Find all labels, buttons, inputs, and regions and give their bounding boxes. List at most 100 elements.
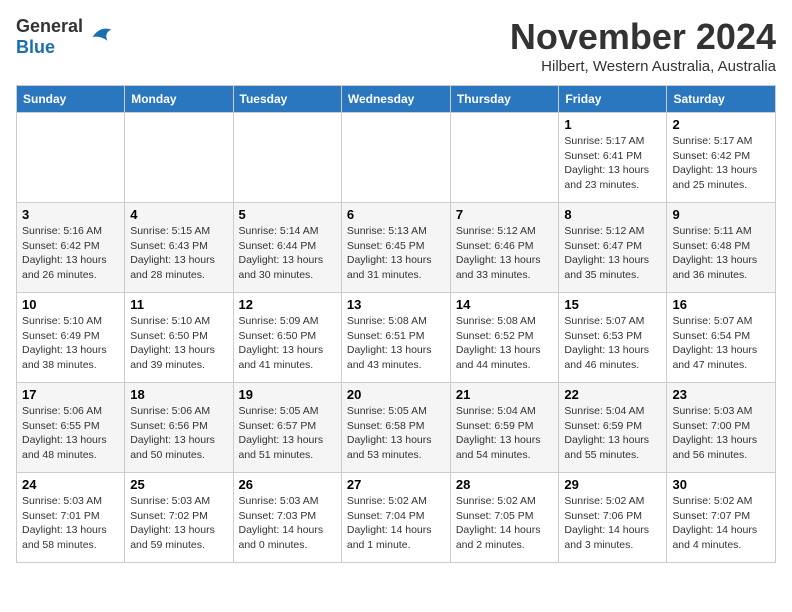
day-info: Sunrise: 5:12 AM Sunset: 6:46 PM Dayligh…: [456, 224, 554, 283]
calendar-table: SundayMondayTuesdayWednesdayThursdayFrid…: [16, 85, 776, 563]
calendar-week-row: 3 Sunrise: 5:16 AM Sunset: 6:42 PM Daylig…: [17, 203, 776, 293]
weekday-header-row: SundayMondayTuesdayWednesdayThursdayFrid…: [17, 86, 776, 113]
day-info: Sunrise: 5:03 AM Sunset: 7:00 PM Dayligh…: [672, 404, 770, 463]
calendar-cell: 8 Sunrise: 5:12 AM Sunset: 6:47 PM Daylig…: [559, 203, 667, 293]
calendar-cell: 13 Sunrise: 5:08 AM Sunset: 6:51 PM Dayli…: [341, 293, 450, 383]
day-info: Sunrise: 5:03 AM Sunset: 7:01 PM Dayligh…: [22, 494, 119, 553]
day-info: Sunrise: 5:16 AM Sunset: 6:42 PM Dayligh…: [22, 224, 119, 283]
calendar-cell: 18 Sunrise: 5:06 AM Sunset: 6:56 PM Dayli…: [125, 383, 233, 473]
day-number: 20: [347, 387, 445, 402]
calendar-cell: 30 Sunrise: 5:02 AM Sunset: 7:07 PM Dayli…: [667, 473, 776, 563]
day-info: Sunrise: 5:02 AM Sunset: 7:07 PM Dayligh…: [672, 494, 770, 553]
calendar-week-row: 17 Sunrise: 5:06 AM Sunset: 6:55 PM Dayli…: [17, 383, 776, 473]
logo: General Blue: [16, 16, 115, 58]
day-info: Sunrise: 5:14 AM Sunset: 6:44 PM Dayligh…: [239, 224, 336, 283]
day-number: 21: [456, 387, 554, 402]
day-info: Sunrise: 5:12 AM Sunset: 6:47 PM Dayligh…: [564, 224, 661, 283]
page-header: General Blue November 2024 Hilbert, West…: [16, 16, 776, 75]
day-info: Sunrise: 5:17 AM Sunset: 6:42 PM Dayligh…: [672, 134, 770, 193]
day-number: 18: [130, 387, 227, 402]
day-info: Sunrise: 5:08 AM Sunset: 6:51 PM Dayligh…: [347, 314, 445, 373]
calendar-cell: 11 Sunrise: 5:10 AM Sunset: 6:50 PM Dayli…: [125, 293, 233, 383]
calendar-cell: 2 Sunrise: 5:17 AM Sunset: 6:42 PM Daylig…: [667, 113, 776, 203]
weekday-header: Saturday: [667, 86, 776, 113]
calendar-cell: 25Sunrise: 5:03 AM Sunset: 7:02 PM Dayli…: [125, 473, 233, 563]
calendar-cell: 15 Sunrise: 5:07 AM Sunset: 6:53 PM Dayli…: [559, 293, 667, 383]
calendar-cell: [233, 113, 341, 203]
weekday-header: Monday: [125, 86, 233, 113]
day-number: 10: [22, 297, 119, 312]
title-block: November 2024 Hilbert, Western Australia…: [510, 16, 776, 75]
day-number: 26: [239, 477, 336, 492]
calendar-cell: 26Sunrise: 5:03 AM Sunset: 7:03 PM Dayli…: [233, 473, 341, 563]
day-info: Sunrise: 5:04 AM Sunset: 6:59 PM Dayligh…: [564, 404, 661, 463]
day-number: 1: [564, 117, 661, 132]
day-info: Sunrise: 5:07 AM Sunset: 6:54 PM Dayligh…: [672, 314, 770, 373]
calendar-cell: [17, 113, 125, 203]
day-number: 4: [130, 207, 227, 222]
day-number: 5: [239, 207, 336, 222]
day-number: 19: [239, 387, 336, 402]
calendar-cell: 1 Sunrise: 5:17 AM Sunset: 6:41 PM Daylig…: [559, 113, 667, 203]
day-info: Sunrise: 5:11 AM Sunset: 6:48 PM Dayligh…: [672, 224, 770, 283]
day-number: 8: [564, 207, 661, 222]
calendar-cell: 9 Sunrise: 5:11 AM Sunset: 6:48 PM Daylig…: [667, 203, 776, 293]
calendar-cell: 29 Sunrise: 5:02 AM Sunset: 7:06 PM Dayli…: [559, 473, 667, 563]
day-info: Sunrise: 5:13 AM Sunset: 6:45 PM Dayligh…: [347, 224, 445, 283]
day-number: 2: [672, 117, 770, 132]
day-info: Sunrise: 5:08 AM Sunset: 6:52 PM Dayligh…: [456, 314, 554, 373]
calendar-cell: 4 Sunrise: 5:15 AM Sunset: 6:43 PM Daylig…: [125, 203, 233, 293]
day-number: 3: [22, 207, 119, 222]
day-number: 29: [564, 477, 661, 492]
calendar-cell: 19 Sunrise: 5:05 AM Sunset: 6:57 PM Dayli…: [233, 383, 341, 473]
day-number: 13: [347, 297, 445, 312]
day-number: 11: [130, 297, 227, 312]
day-info: Sunrise: 5:15 AM Sunset: 6:43 PM Dayligh…: [130, 224, 227, 283]
day-number: 15: [564, 297, 661, 312]
day-number: 24: [22, 477, 119, 492]
calendar-cell: [450, 113, 559, 203]
calendar-cell: 12 Sunrise: 5:09 AM Sunset: 6:50 PM Dayli…: [233, 293, 341, 383]
day-number: 28: [456, 477, 554, 492]
calendar-cell: [341, 113, 450, 203]
day-number: 23: [672, 387, 770, 402]
day-info: Sunrise: 5:06 AM Sunset: 6:55 PM Dayligh…: [22, 404, 119, 463]
day-number: 9: [672, 207, 770, 222]
day-info: Sunrise: 5:05 AM Sunset: 6:58 PM Dayligh…: [347, 404, 445, 463]
day-number: 30: [672, 477, 770, 492]
weekday-header: Sunday: [17, 86, 125, 113]
day-info: Sunrise: 5:10 AM Sunset: 6:50 PM Dayligh…: [130, 314, 227, 373]
logo-blue-text: Blue: [16, 37, 55, 57]
day-number: 14: [456, 297, 554, 312]
day-info: Sunrise: 5:02 AM Sunset: 7:06 PM Dayligh…: [564, 494, 661, 553]
day-number: 7: [456, 207, 554, 222]
day-info: Sunrise: 5:05 AM Sunset: 6:57 PM Dayligh…: [239, 404, 336, 463]
weekday-header: Wednesday: [341, 86, 450, 113]
calendar-week-row: 1 Sunrise: 5:17 AM Sunset: 6:41 PM Daylig…: [17, 113, 776, 203]
day-info: Sunrise: 5:02 AM Sunset: 7:05 PM Dayligh…: [456, 494, 554, 553]
month-year-title: November 2024: [510, 16, 776, 58]
day-info: Sunrise: 5:03 AM Sunset: 7:02 PM Dayligh…: [130, 494, 227, 553]
day-number: 17: [22, 387, 119, 402]
calendar-cell: 5 Sunrise: 5:14 AM Sunset: 6:44 PM Daylig…: [233, 203, 341, 293]
calendar-cell: 21Sunrise: 5:04 AM Sunset: 6:59 PM Dayli…: [450, 383, 559, 473]
day-number: 22: [564, 387, 661, 402]
day-number: 16: [672, 297, 770, 312]
calendar-cell: 14 Sunrise: 5:08 AM Sunset: 6:52 PM Dayli…: [450, 293, 559, 383]
day-number: 6: [347, 207, 445, 222]
day-info: Sunrise: 5:17 AM Sunset: 6:41 PM Dayligh…: [564, 134, 661, 193]
calendar-cell: 16 Sunrise: 5:07 AM Sunset: 6:54 PM Dayli…: [667, 293, 776, 383]
logo-bird-icon: [85, 22, 115, 52]
day-number: 27: [347, 477, 445, 492]
calendar-week-row: 24 Sunrise: 5:03 AM Sunset: 7:01 PM Dayli…: [17, 473, 776, 563]
calendar-cell: 28 Sunrise: 5:02 AM Sunset: 7:05 PM Dayli…: [450, 473, 559, 563]
day-info: Sunrise: 5:10 AM Sunset: 6:49 PM Dayligh…: [22, 314, 119, 373]
calendar-cell: [125, 113, 233, 203]
day-number: 12: [239, 297, 336, 312]
day-info: Sunrise: 5:02 AM Sunset: 7:04 PM Dayligh…: [347, 494, 445, 553]
day-info: Sunrise: 5:07 AM Sunset: 6:53 PM Dayligh…: [564, 314, 661, 373]
calendar-cell: 10 Sunrise: 5:10 AM Sunset: 6:49 PM Dayli…: [17, 293, 125, 383]
calendar-cell: 17 Sunrise: 5:06 AM Sunset: 6:55 PM Dayli…: [17, 383, 125, 473]
day-info: Sunrise: 5:06 AM Sunset: 6:56 PM Dayligh…: [130, 404, 227, 463]
day-info: Sunrise: 5:09 AM Sunset: 6:50 PM Dayligh…: [239, 314, 336, 373]
